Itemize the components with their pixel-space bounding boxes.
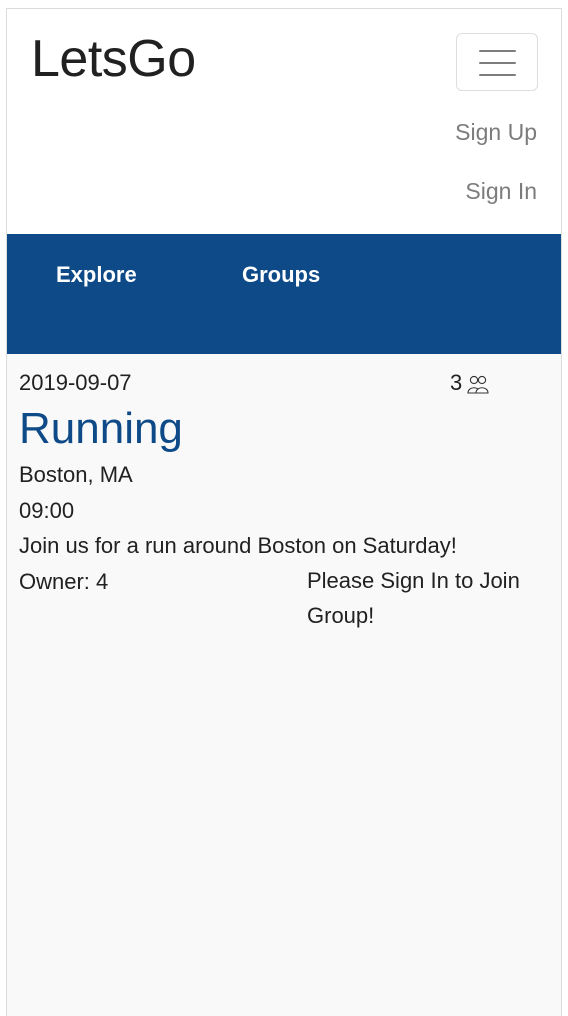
sign-in-link[interactable]: Sign In [465, 178, 537, 205]
group-description: Join us for a run around Boston on Satur… [19, 533, 457, 558]
tab-explore[interactable]: Explore [56, 262, 137, 288]
menu-toggle-button[interactable] [456, 33, 538, 91]
hamburger-icon-bar [479, 74, 516, 76]
app-frame: LetsGo Sign Up Sign In Explore Groups 20… [6, 8, 562, 1016]
tab-banner: Explore Groups [7, 234, 561, 354]
group-date: 2019-09-07 [19, 370, 132, 395]
group-owner: Owner: 4 [19, 569, 109, 594]
navbar: LetsGo Sign Up Sign In [7, 9, 561, 234]
brand-logo[interactable]: LetsGo [31, 29, 196, 89]
sign-up-link[interactable]: Sign Up [455, 119, 537, 146]
hamburger-icon [479, 50, 516, 52]
group-location: Boston, MA [19, 462, 133, 487]
tab-groups[interactable]: Groups [242, 262, 320, 288]
group-time: 09:00 [19, 498, 75, 523]
join-group-message: Please Sign In to Join Group! [307, 568, 520, 628]
member-count-value: 3 [450, 370, 463, 395]
member-count: 3 [450, 370, 490, 396]
hamburger-icon-bar [479, 62, 516, 64]
group-title[interactable]: Running [19, 404, 183, 454]
people-icon [467, 375, 489, 394]
